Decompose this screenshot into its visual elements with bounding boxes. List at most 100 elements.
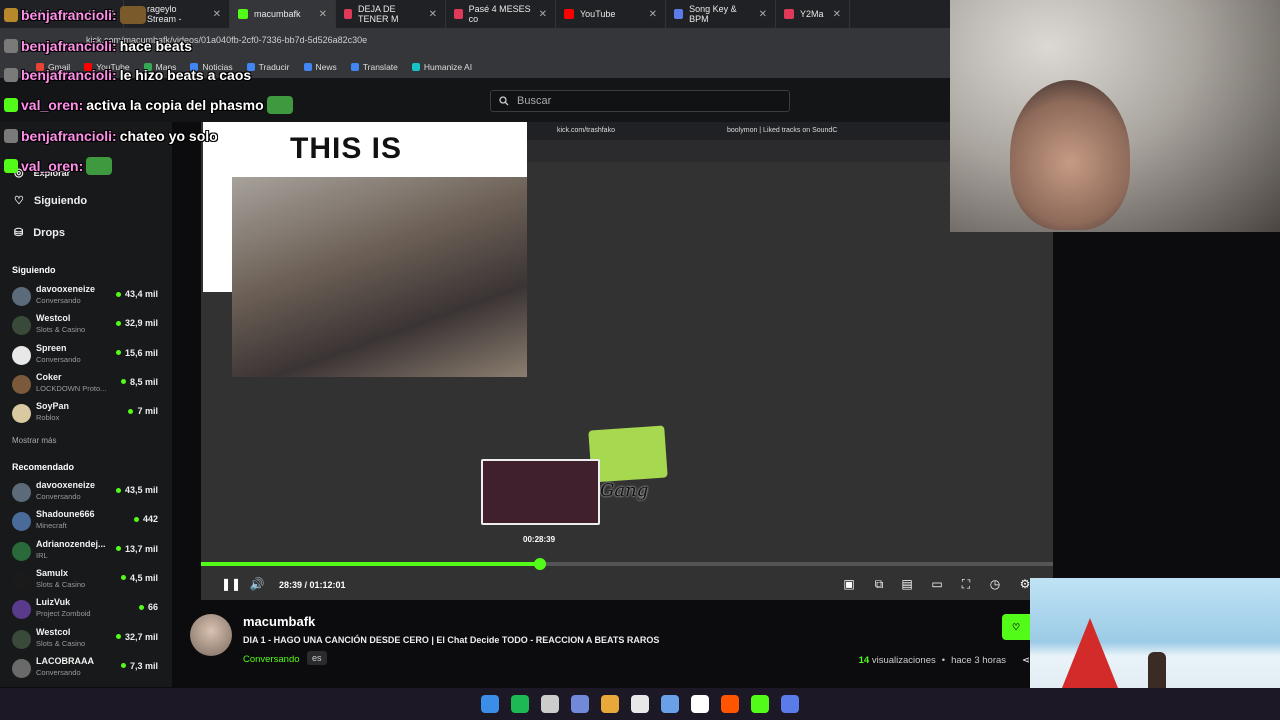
- taskbar-app-icon[interactable]: [751, 695, 769, 713]
- channel-category: LOCKDOWN Proto...: [36, 383, 107, 393]
- tab-favicon-icon: [454, 9, 463, 19]
- fullscreen-icon[interactable]: ⛶: [958, 576, 974, 592]
- taskbar-app-icon[interactable]: [601, 695, 619, 713]
- taskbar-app-icon[interactable]: [511, 695, 529, 713]
- embedded-toolbar: [527, 140, 950, 162]
- follow-button[interactable]: ♡: [1002, 614, 1030, 640]
- taskbar-app-icon[interactable]: [721, 695, 739, 713]
- taskbar-app-icon[interactable]: [691, 695, 709, 713]
- channel-item[interactable]: Samulx Slots & Casino 4,5 mil: [12, 568, 162, 596]
- taskbar-app-icon[interactable]: [571, 695, 589, 713]
- taskbar-app-icon[interactable]: [631, 695, 649, 713]
- viewer-count-value: 32,9 mil: [124, 318, 158, 329]
- streamer-name[interactable]: macumbafk: [243, 614, 315, 629]
- browser-tab[interactable]: YouTube ✕: [556, 0, 666, 28]
- seek-preview-thumbnail: [481, 459, 600, 525]
- channel-name: Spreen: [36, 342, 67, 353]
- browser-tab[interactable]: Achievements - K ✕: [0, 0, 124, 28]
- channel-item[interactable]: LACOBRAAA Conversando 7,3 mil: [12, 656, 162, 684]
- search-input[interactable]: Buscar: [490, 90, 790, 112]
- channel-category: Slots & Casino: [36, 638, 86, 648]
- channel-item[interactable]: Shadoune666 Minecraft 442: [12, 509, 162, 537]
- miniplayer-icon[interactable]: ▣: [841, 576, 857, 592]
- address-url[interactable]: kick.com/macumbafk/videos/01a040fb-2cf0-…: [86, 35, 367, 45]
- avatar: [12, 600, 31, 620]
- bookmark-icon: [350, 63, 359, 71]
- channel-name: Coker: [36, 371, 62, 382]
- seek-bar-handle[interactable]: [533, 558, 546, 570]
- clip-icon[interactable]: ⧉: [871, 576, 887, 592]
- browser-tab[interactable]: Pasé 4 MESES co ✕: [446, 0, 556, 28]
- search-placeholder: Buscar: [517, 95, 552, 107]
- close-icon[interactable]: ✕: [319, 9, 327, 20]
- viewer-count-value: 13,7 mil: [124, 543, 158, 554]
- close-icon[interactable]: ✕: [649, 9, 657, 20]
- live-dot-icon: [115, 350, 121, 356]
- viewer-count: 43,5 mil: [115, 485, 158, 495]
- close-icon[interactable]: ✕: [833, 9, 841, 20]
- channel-name: LACOBRAAA: [36, 655, 94, 666]
- nav-explore[interactable]: ◎ Explorar: [14, 166, 70, 179]
- nav-following[interactable]: ♡ Siguiendo: [14, 194, 88, 208]
- seek-bar[interactable]: [201, 558, 1053, 570]
- bookmark-item[interactable]: Gmail: [36, 62, 70, 72]
- taskbar-app-icon[interactable]: [481, 695, 499, 713]
- channel-item[interactable]: Spreen Conversando 15,6 mil: [12, 343, 162, 371]
- taskbar-app-icon[interactable]: [661, 695, 679, 713]
- channel-name: Westcol: [36, 313, 71, 324]
- browser-tab[interactable]: Song Key & BPM ✕: [666, 0, 776, 28]
- pause-button[interactable]: ❚❚: [221, 576, 241, 592]
- channel-category: IRL: [36, 550, 48, 560]
- channel-item[interactable]: Westcol Slots & Casino 32,7 mil: [12, 627, 162, 655]
- close-icon[interactable]: ✕: [213, 9, 221, 20]
- bookmark-item[interactable]: News: [303, 62, 337, 72]
- volume-icon[interactable]: 🔊: [249, 576, 265, 592]
- browser-tab[interactable]: macumbafk ✕: [230, 0, 336, 28]
- taskbar-app-icon[interactable]: [781, 695, 799, 713]
- channel-item[interactable]: SoyPan Roblox 7 mil: [12, 401, 162, 429]
- bookmark-item[interactable]: YouTube: [84, 62, 130, 72]
- close-icon[interactable]: ✕: [429, 9, 437, 20]
- channel-item[interactable]: Westcol Slots & Casino 32,9 mil: [12, 313, 162, 341]
- live-dot-icon: [120, 575, 126, 581]
- views-label: visualizaciones: [871, 655, 936, 666]
- nav-following-label: Siguiendo: [33, 194, 88, 207]
- show-more-link[interactable]: Mostrar más: [12, 436, 56, 445]
- close-icon[interactable]: ✕: [107, 9, 115, 20]
- live-dot-icon: [115, 634, 121, 639]
- bookmark-label: Noticias: [202, 62, 233, 72]
- browser-tab[interactable]: rageylo Stream - ✕: [124, 0, 230, 28]
- avatar: [12, 483, 31, 502]
- avatar: [12, 512, 31, 532]
- video-category[interactable]: Conversando: [243, 654, 300, 665]
- bookmark-item[interactable]: Traducir: [246, 62, 290, 72]
- channel-item[interactable]: davooxeneize Conversando 43,5 mil: [12, 480, 162, 508]
- channel-item[interactable]: Adrianozendej... IRL 13,7 mil: [12, 539, 162, 567]
- channel-category: Minecraft: [36, 521, 67, 531]
- nav-drops[interactable]: ⛁ Drops: [14, 226, 65, 240]
- viewer-count-value: 15,6 mil: [124, 347, 158, 358]
- viewer-count: 13,7 mil: [115, 543, 158, 554]
- channel-item[interactable]: LuizVuk Project Zomboid 66: [12, 597, 162, 625]
- share-icon[interactable]: ⋖: [1022, 655, 1030, 666]
- bookmark-item[interactable]: Humanize AI: [411, 62, 472, 72]
- browser-tab[interactable]: Y2Ma ✕: [776, 0, 850, 28]
- address-bar[interactable]: kick.com/macumbafk/videos/01a040fb-2cf0-…: [0, 28, 950, 56]
- close-icon[interactable]: ✕: [539, 9, 547, 20]
- browser-tab[interactable]: DEJA DE TENER M ✕: [336, 0, 446, 28]
- bookmark-item[interactable]: Translate: [350, 62, 398, 72]
- views-count: 14: [858, 655, 870, 666]
- language-badge[interactable]: es: [307, 651, 327, 665]
- theater-icon[interactable]: ▭: [929, 576, 945, 592]
- live-dot-icon: [115, 487, 121, 493]
- channel-item[interactable]: davooxeneize Conversando 43,4 mil: [12, 284, 162, 312]
- captions-icon[interactable]: ▤: [899, 576, 915, 592]
- bookmark-item[interactable]: Maps: [143, 62, 176, 72]
- avatar[interactable]: [190, 614, 232, 656]
- speed-icon[interactable]: ◷: [987, 576, 1003, 592]
- taskbar-app-icon[interactable]: [541, 695, 559, 713]
- channel-item[interactable]: Coker LOCKDOWN Proto... 8,5 mil: [12, 372, 162, 400]
- close-icon[interactable]: ✕: [759, 9, 767, 20]
- seek-hover-time: 00:28:39: [523, 535, 556, 544]
- bookmark-item[interactable]: Noticias: [190, 62, 233, 72]
